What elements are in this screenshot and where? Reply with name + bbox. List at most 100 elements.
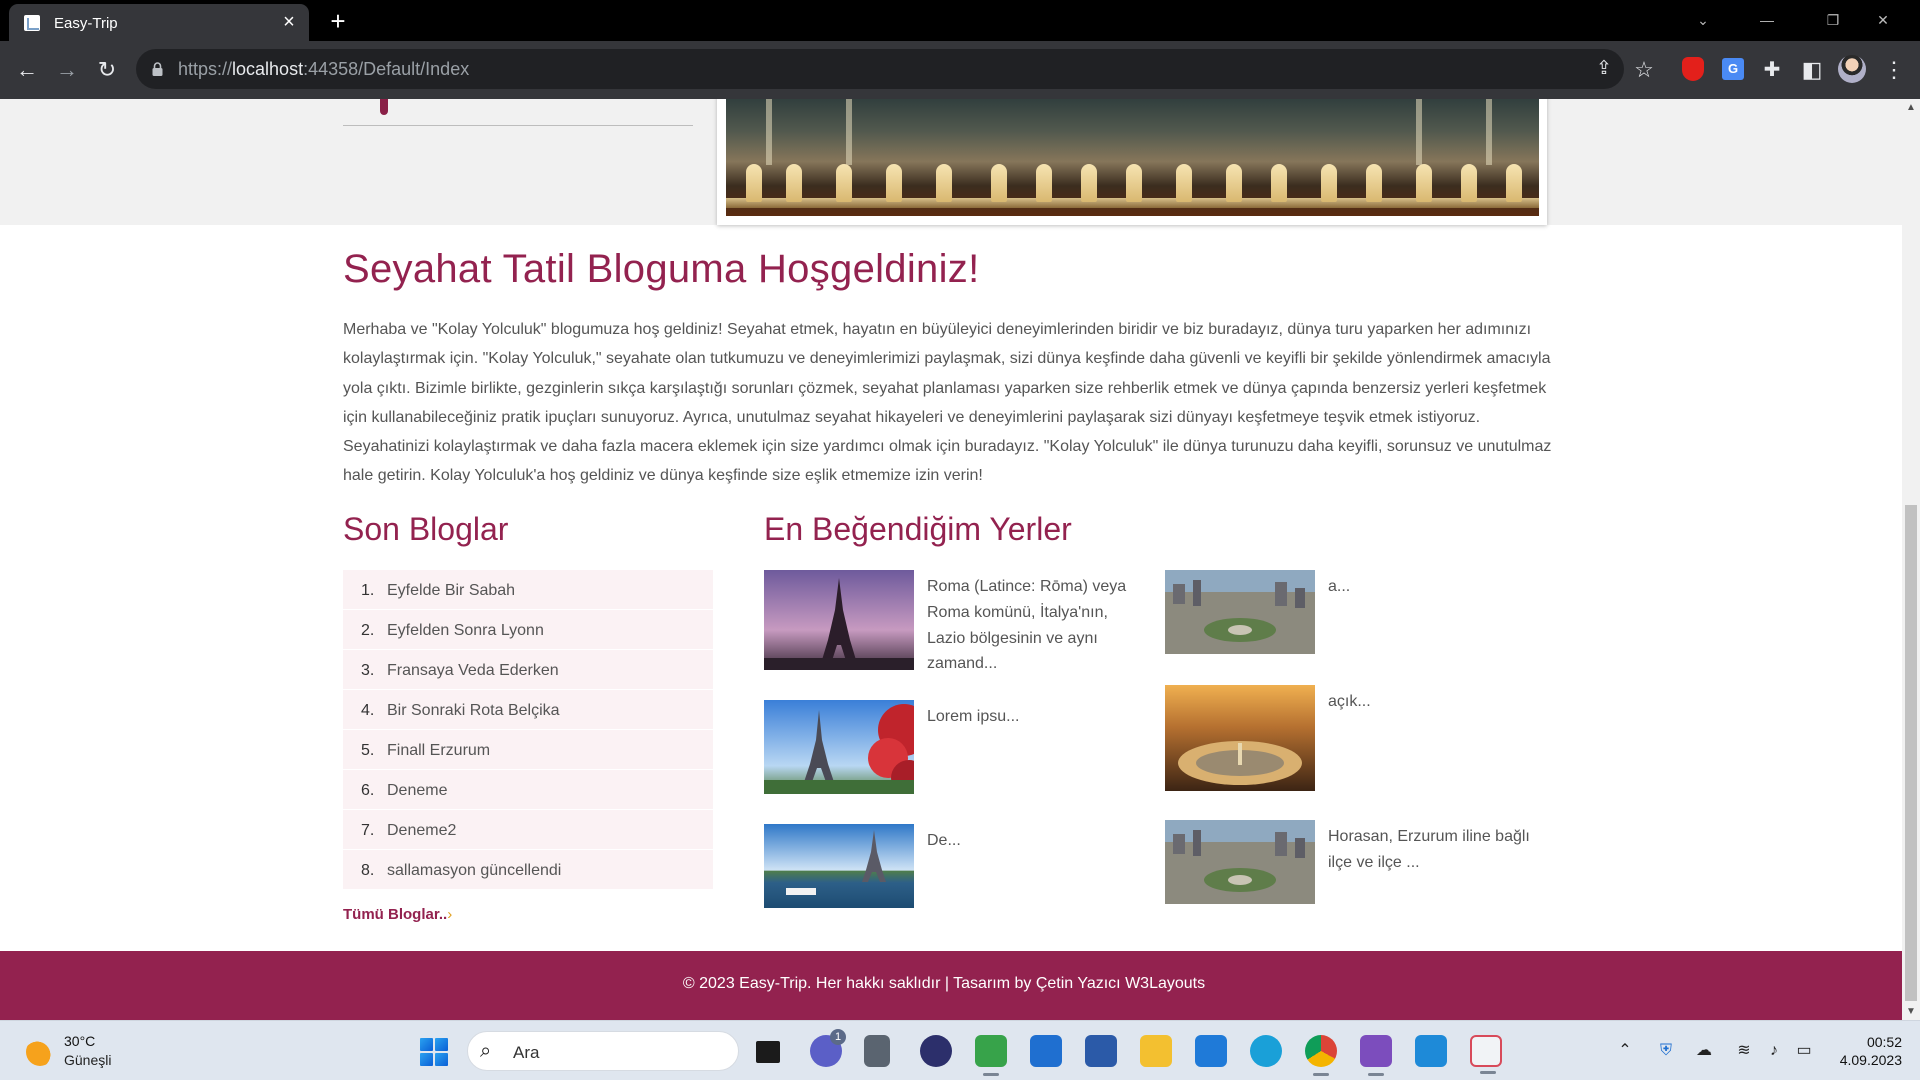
calculator-icon[interactable]	[864, 1035, 890, 1067]
browser-tab-bar: Easy-Trip × + ⌄ — ❐ ✕	[0, 0, 1920, 41]
visual-studio-icon[interactable]	[1360, 1035, 1392, 1076]
address-bar[interactable]: https://localhost:44358/Default/Index ⇪	[136, 49, 1624, 89]
weather-sun-icon[interactable]	[26, 1038, 54, 1066]
tray-overflow-chevron-icon[interactable]: ⌃	[1614, 1040, 1636, 1062]
mail-icon[interactable]	[1030, 1035, 1062, 1067]
security-shield-icon[interactable]: ⛨	[1655, 1040, 1677, 1062]
hero-section	[0, 99, 1920, 225]
wifi-icon[interactable]: ≋	[1733, 1040, 1755, 1062]
microsoft-store-icon[interactable]	[1085, 1035, 1117, 1067]
place-description: Lorem ipsu...	[927, 708, 1020, 725]
blog-list-item[interactable]: 7. Deneme2	[343, 810, 713, 850]
weather-temperature[interactable]: 30°C	[64, 1033, 95, 1049]
eclipse-icon[interactable]	[920, 1035, 952, 1067]
forward-icon[interactable]: →	[53, 56, 81, 84]
start-windows-icon[interactable]	[420, 1038, 448, 1066]
place-description: De...	[927, 832, 961, 849]
chevron-right-icon: ›	[447, 906, 453, 923]
l-app-icon[interactable]	[1195, 1035, 1227, 1067]
browser-toolbar: ← → ↻ https://localhost:44358/Default/In…	[0, 41, 1920, 99]
task-view-icon[interactable]	[756, 1041, 780, 1063]
clock-date: 4.09.2023	[1839, 1052, 1902, 1068]
hero-divider	[343, 125, 693, 126]
favorite-places-title: En Beğendiğim Yerler	[764, 511, 1072, 547]
st-peters-square-thumb-image	[1165, 685, 1315, 791]
recent-blogs-title: Son Bloglar	[343, 511, 509, 547]
place-description: Horasan, Erzurum iline bağlı ilçe ve ilç…	[1328, 828, 1530, 871]
taskbar-search[interactable]: ⌕ Ara	[467, 1031, 739, 1071]
onedrive-cloud-icon[interactable]: ☁	[1693, 1040, 1715, 1062]
tab-title: Easy-Trip	[54, 15, 118, 32]
battery-icon[interactable]: ▭	[1793, 1040, 1815, 1062]
search-icon: ⌕	[480, 1040, 492, 1062]
minimize-button[interactable]: —	[1744, 4, 1790, 36]
page-favicon-icon	[24, 15, 40, 31]
scroll-up-icon[interactable]: ▲	[1902, 99, 1920, 116]
scroll-thumb[interactable]	[1905, 505, 1917, 1001]
vscode-icon[interactable]	[1415, 1035, 1447, 1067]
weather-condition[interactable]: Güneşli	[64, 1052, 111, 1068]
place-description: a...	[1328, 578, 1351, 595]
eiffel-purple-sky-image	[764, 570, 914, 670]
system-clock[interactable]: 00:52 4.09.2023	[1830, 1033, 1902, 1069]
browser-tab[interactable]: Easy-Trip ×	[9, 4, 309, 41]
footer-copyright: © 2023 Easy-Trip. Her hakkı saklıdır | T…	[682, 975, 1206, 992]
lock-icon	[152, 62, 163, 76]
page-scrollbar[interactable]: ▲ ▼	[1902, 99, 1920, 1020]
place-description: açık...	[1328, 693, 1371, 710]
city-aerial-image	[1165, 820, 1315, 904]
new-tab-button[interactable]: +	[324, 7, 352, 35]
back-icon[interactable]: ←	[13, 56, 41, 84]
url-text[interactable]: https://localhost:44358/Default/Index	[178, 59, 469, 80]
snipping-app-icon[interactable]	[975, 1035, 1007, 1076]
translate-extension-icon[interactable]: G	[1722, 58, 1744, 80]
scroll-down-icon[interactable]: ▼	[1902, 1003, 1920, 1020]
teams-chat-icon[interactable]: 1	[810, 1029, 846, 1067]
blog-link[interactable]: sallamasyon güncellendi	[387, 862, 561, 880]
blog-list-item[interactable]: 2. Eyfelden Sonra Lyonn	[343, 610, 713, 650]
file-explorer-icon[interactable]	[1140, 1035, 1172, 1067]
chrome-menu-icon[interactable]: ⋮	[1880, 56, 1908, 84]
extensions-puzzle-icon[interactable]: ✚	[1758, 56, 1786, 84]
blog-list-item[interactable]: 3. Fransaya Veda Ederken	[343, 650, 713, 690]
edge-icon[interactable]	[1250, 1035, 1282, 1067]
side-panel-icon[interactable]: ◧	[1798, 56, 1826, 84]
blog-list-item[interactable]: 1. Eyfelde Bir Sabah	[343, 570, 713, 610]
adblock-extension-icon[interactable]	[1682, 57, 1704, 81]
blog-list-item[interactable]: 6. Deneme	[343, 770, 713, 810]
profile-avatar[interactable]	[1838, 55, 1866, 83]
blog-link[interactable]: Eyfelden Sonra Lyonn	[387, 622, 544, 640]
st-peters-square-image	[726, 99, 1539, 216]
blog-list-item[interactable]: 5. Finall Erzurum	[343, 730, 713, 770]
close-window-button[interactable]: ✕	[1860, 4, 1906, 36]
snipping-tool-icon[interactable]	[1470, 1035, 1502, 1074]
blog-link[interactable]: Fransaya Veda Ederken	[387, 662, 559, 680]
close-tab-icon[interactable]: ×	[279, 12, 299, 32]
intro-paragraph: Merhaba ve "Kolay Yolculuk" blogumuza ho…	[343, 321, 1552, 485]
tab-search-chevron-icon[interactable]: ⌄	[1680, 4, 1726, 36]
blog-link[interactable]: Finall Erzurum	[387, 742, 490, 760]
blog-link[interactable]: Deneme	[387, 782, 447, 800]
clock-time: 00:52	[1866, 1034, 1902, 1050]
volume-icon[interactable]: ♪	[1763, 1040, 1785, 1062]
page-footer: © 2023 Easy-Trip. Her hakkı saklıdır | T…	[0, 951, 1920, 1020]
teams-badge: 1	[830, 1029, 846, 1045]
eiffel-seine-boat-image	[764, 824, 914, 908]
blog-link[interactable]: Deneme2	[387, 822, 456, 840]
blog-list-item[interactable]: 4. Bir Sonraki Rota Belçika	[343, 690, 713, 730]
restore-button[interactable]: ❐	[1810, 4, 1856, 36]
bookmark-star-icon[interactable]: ☆	[1630, 56, 1658, 84]
share-icon[interactable]: ⇪	[1592, 58, 1616, 80]
recent-blogs-list: 1. Eyfelde Bir Sabah 2. Eyfelden Sonra Lyo…	[343, 570, 713, 890]
blog-list-item[interactable]: 8. sallamasyon güncellendi	[343, 850, 713, 890]
all-blogs-link[interactable]: Tümü Bloglar..›	[343, 906, 452, 923]
blog-link[interactable]: Eyfelde Bir Sabah	[387, 582, 515, 600]
reload-icon[interactable]: ↻	[93, 56, 121, 84]
place-description: Roma (Latince: Rōma) veya Roma komünü, İ…	[927, 578, 1127, 673]
chrome-icon[interactable]	[1305, 1035, 1337, 1076]
blog-link[interactable]: Bir Sonraki Rota Belçika	[387, 702, 560, 720]
hero-pin-icon	[380, 99, 388, 115]
eiffel-red-leaves-image	[764, 700, 914, 794]
welcome-title: Seyahat Tatil Bloguma Hoşgeldiniz!	[343, 247, 980, 291]
page-viewport: Seyahat Tatil Bloguma Hoşgeldiniz! Merha…	[0, 99, 1920, 1020]
